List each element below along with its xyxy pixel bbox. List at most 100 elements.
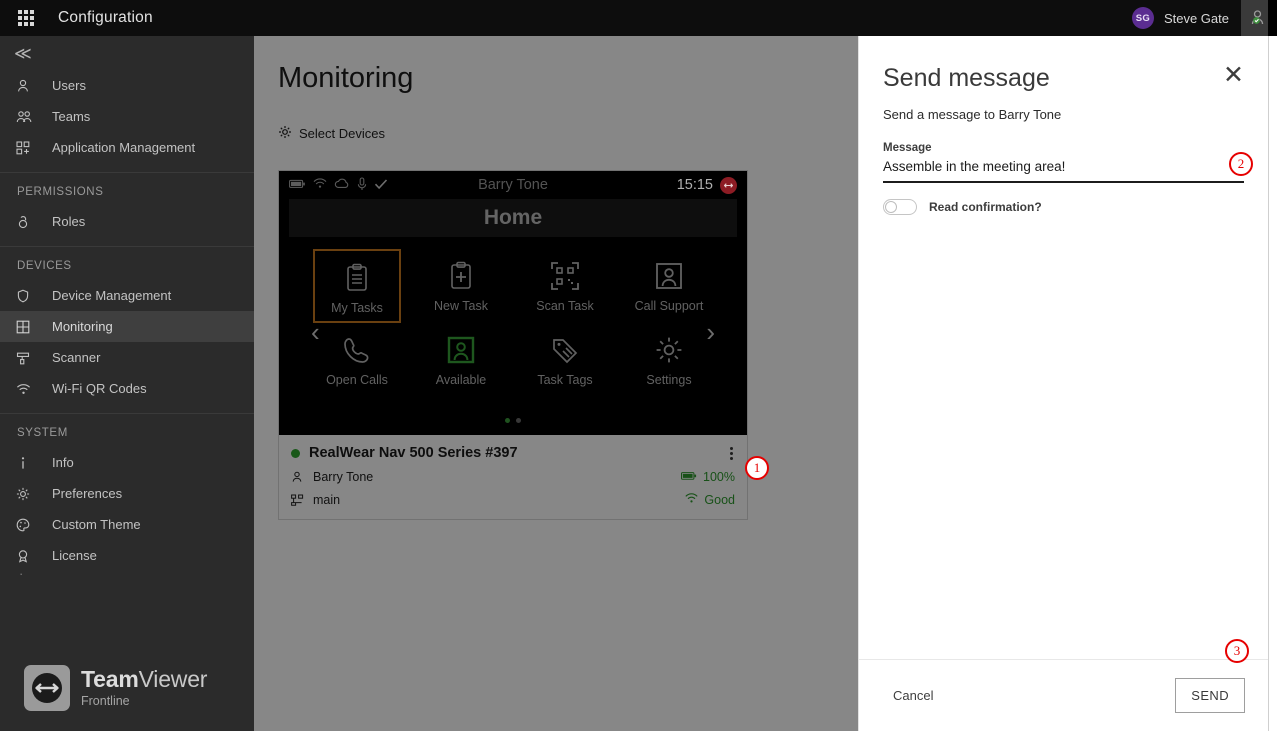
status-badge [291, 448, 300, 458]
device-status-bar: Barry Tone 15:15 [279, 171, 747, 199]
read-confirmation-toggle[interactable] [883, 199, 917, 215]
user-name-label: Steve Gate [1163, 10, 1229, 26]
device-tile-task-tags[interactable]: Task Tags [521, 323, 609, 397]
sidebar: ≪ Users Teams Application Management PER… [0, 36, 254, 731]
battery-level: 100% [703, 470, 735, 484]
apps-grid-icon[interactable] [8, 10, 44, 26]
sidebar-item-label: Preferences [52, 486, 123, 501]
close-icon[interactable]: ✕ [1223, 63, 1244, 88]
kebab-menu-icon[interactable] [730, 446, 735, 460]
sidebar-item-label: Application Management [52, 140, 196, 155]
app-add-icon [16, 140, 38, 155]
sidebar-item-device-management[interactable]: Device Management [0, 280, 254, 311]
sidebar-item-users[interactable]: Users [0, 70, 254, 101]
sidebar-item-label: Device Management [52, 288, 172, 303]
sidebar-item-wifi-qr-codes[interactable]: Wi-Fi QR Codes [0, 373, 254, 404]
device-time-label: 15:15 [676, 177, 713, 193]
gear-icon [278, 125, 292, 142]
top-bar: Configuration SG Steve Gate [0, 0, 1277, 36]
device-tile-label: Open Calls [326, 373, 388, 387]
cloud-icon [334, 178, 350, 192]
device-page-dots [279, 418, 747, 423]
device-user-name: Barry Tone [313, 470, 374, 484]
device-tile-my-tasks[interactable]: My Tasks [313, 249, 401, 323]
select-devices-button[interactable]: Select Devices [278, 125, 858, 142]
sidebar-item-license[interactable]: License [0, 540, 254, 571]
scanner-icon [16, 351, 38, 365]
device-tile-scan-task[interactable]: Scan Task [521, 249, 609, 323]
phone-icon [343, 329, 371, 371]
app-root: Configuration SG Steve Gate ≪ Users Team… [0, 0, 1277, 731]
sidebar-item-application-management[interactable]: Application Management [0, 132, 254, 163]
sidebar-item-info[interactable]: Info [0, 447, 254, 478]
brand-name-bold: Team [81, 666, 139, 693]
device-info: RealWear Nav 500 Series #397 Barry Tone [279, 435, 747, 519]
sidebar-item-monitoring[interactable]: Monitoring [0, 311, 254, 342]
send-button[interactable]: SEND [1175, 678, 1245, 713]
panel-footer: Cancel SEND [859, 659, 1269, 731]
device-tile-label: My Tasks [331, 301, 383, 315]
info-icon [16, 456, 38, 470]
clipboard-list-icon [344, 257, 370, 299]
message-input[interactable] [883, 154, 1244, 183]
sidebar-item-scanner[interactable]: Scanner [0, 342, 254, 373]
panel-title: Send message [883, 64, 1050, 92]
device-app-grid: My Tasks New Task Scan Task Call Support… [279, 237, 747, 397]
sidebar-item-label: Info [52, 455, 74, 470]
device-name: RealWear Nav 500 Series #397 [309, 445, 518, 461]
tag-icon [551, 329, 579, 371]
sidebar-item-label: Wi-Fi QR Codes [52, 381, 147, 396]
device-card[interactable]: Barry Tone 15:15 Home My Tasks New Task … [278, 170, 748, 520]
sidebar-item-label: Roles [52, 214, 86, 229]
brand-subtitle: Frontline [81, 694, 130, 709]
main-content: Monitoring Select Devices Barry Tone 15:… [254, 36, 858, 731]
device-app-row: My Tasks New Task Scan Task Call Support [313, 249, 713, 323]
sidebar-collapse-button[interactable]: ≪ [0, 36, 254, 70]
right-edge-scrollbar[interactable] [1268, 36, 1277, 731]
wifi-icon [313, 178, 327, 192]
sidebar-item-label: Monitoring [52, 319, 113, 334]
sidebar-item-teams[interactable]: Teams [0, 101, 254, 132]
device-tile-label: Available [435, 373, 487, 387]
sidebar-item-preferences[interactable]: Preferences [0, 478, 254, 509]
user-icon [291, 471, 307, 483]
cancel-button[interactable]: Cancel [883, 680, 943, 711]
grid-square-icon [16, 320, 38, 334]
device-screen-preview: Barry Tone 15:15 Home My Tasks New Task … [279, 171, 747, 435]
device-tile-call-support[interactable]: Call Support [625, 249, 713, 323]
battery-icon [289, 178, 306, 192]
users-group-icon [16, 110, 38, 124]
sidebar-trailing-dot: · [19, 566, 24, 581]
avatar[interactable]: SG [1131, 7, 1154, 29]
network-icon [291, 494, 307, 506]
device-tile-open-calls[interactable]: Open Calls [313, 323, 401, 397]
wifi-icon [685, 493, 699, 507]
battery-icon [681, 470, 697, 484]
message-field-group: Message [883, 142, 1244, 183]
device-tile-available[interactable]: Available [417, 323, 505, 397]
sidebar-item-label: Users [52, 78, 86, 93]
annotation-badge-2: 2 [1229, 152, 1253, 176]
lock-icon [16, 215, 38, 229]
shield-icon [16, 289, 38, 303]
qr-scan-icon [550, 255, 580, 297]
page-title: Configuration [58, 9, 153, 26]
monitoring-page-title: Monitoring [278, 62, 414, 94]
sidebar-item-custom-theme[interactable]: Custom Theme [0, 509, 254, 540]
sidebar-group-system: SYSTEM [17, 427, 68, 439]
chevron-right-icon[interactable]: › [706, 319, 715, 345]
message-field-label: Message [883, 142, 932, 154]
device-tile-new-task[interactable]: New Task [417, 249, 505, 323]
sidebar-item-label: Teams [52, 109, 91, 124]
panel-subtitle: Send a message to Barry Tone [883, 107, 1062, 122]
palette-icon [16, 518, 38, 532]
device-tile-settings[interactable]: Settings [625, 323, 713, 397]
clipboard-plus-icon [448, 255, 474, 297]
sidebar-item-roles[interactable]: Roles [0, 206, 254, 237]
chevron-left-icon[interactable]: ‹ [311, 319, 320, 345]
device-tile-label: Call Support [634, 299, 704, 313]
read-confirmation-row[interactable]: Read confirmation? [883, 199, 1244, 215]
teamviewer-logo-icon [24, 665, 70, 711]
person-frame-icon [655, 255, 683, 297]
sidebar-item-label: License [52, 548, 97, 563]
